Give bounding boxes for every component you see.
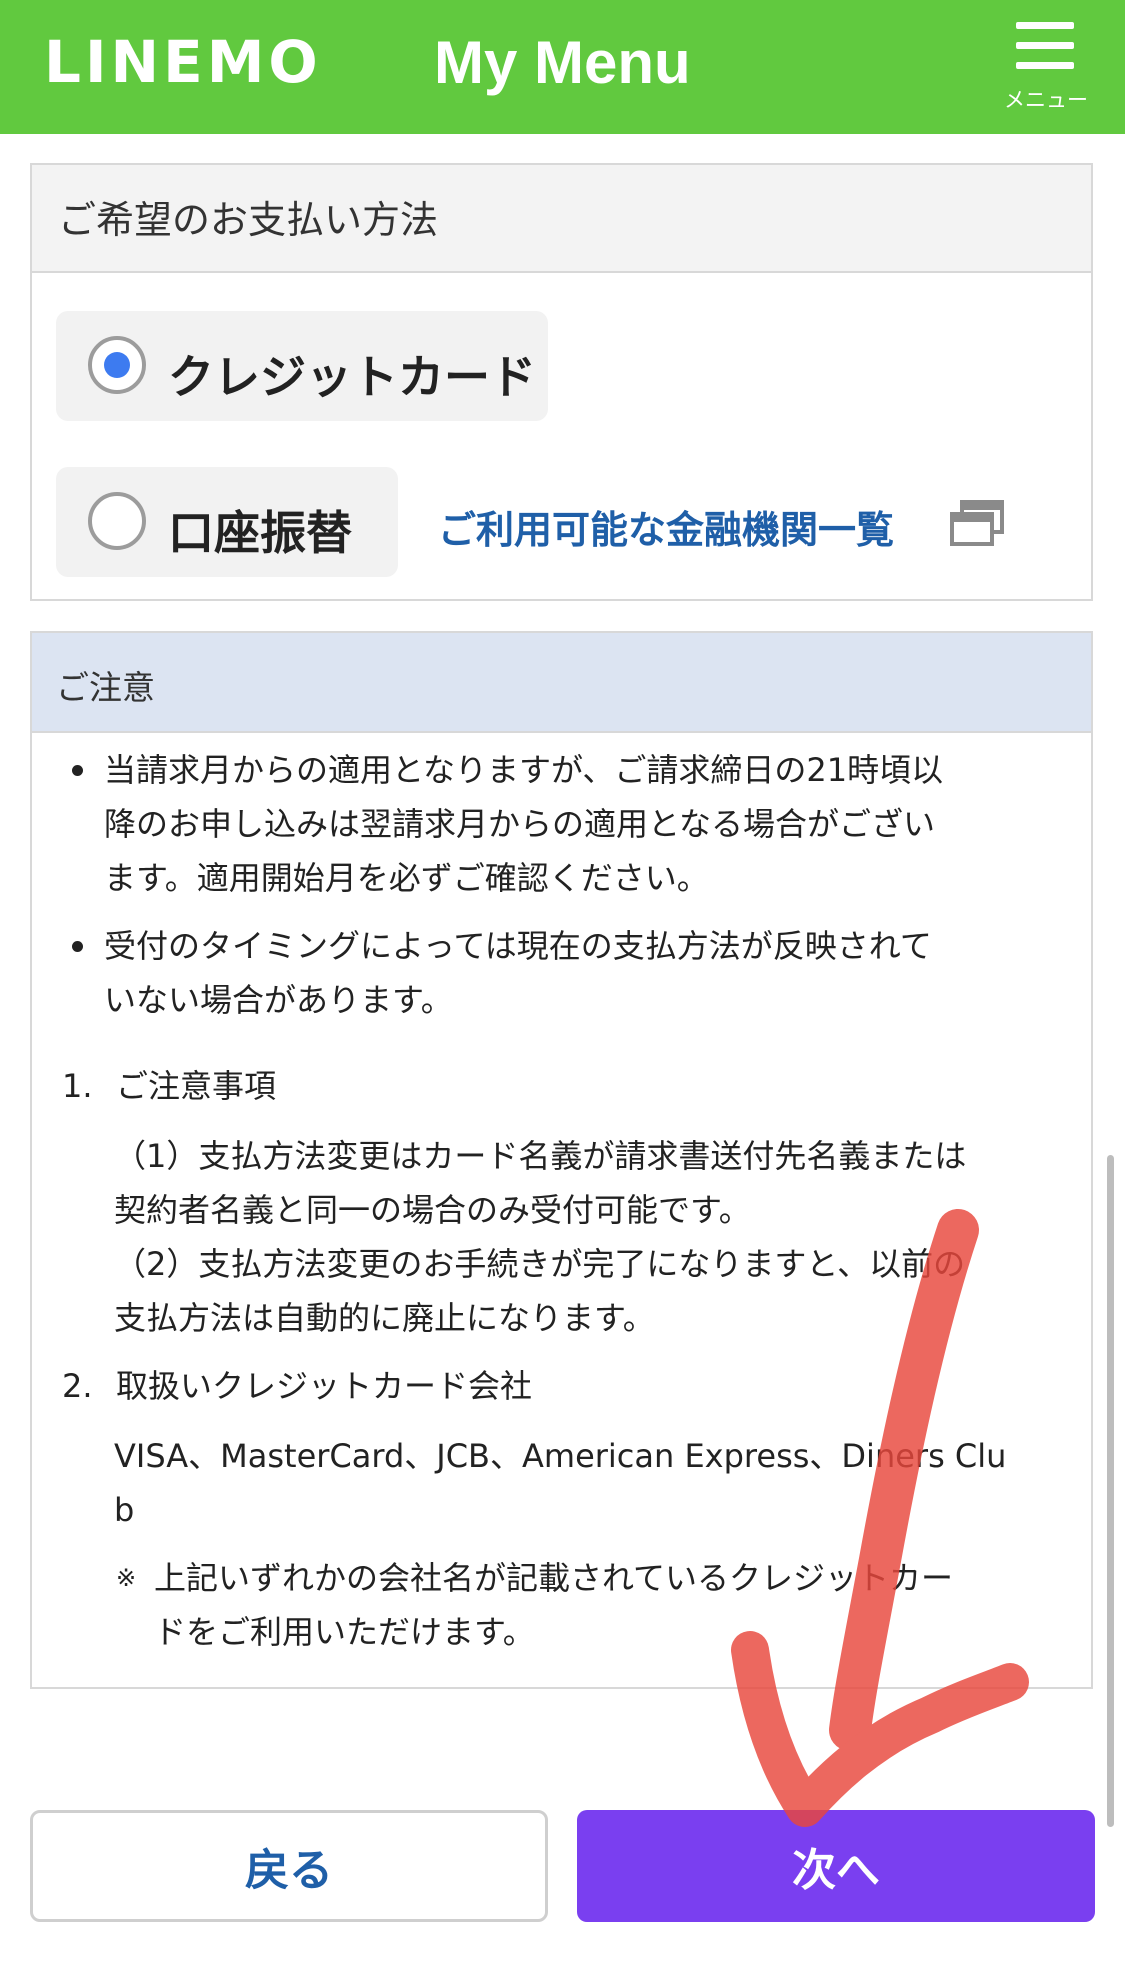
external-window-icon[interactable]: [950, 500, 1004, 546]
page-title: My Menu: [434, 29, 691, 96]
bullet-dot-icon: [72, 941, 83, 952]
asterisk-mark: ※: [116, 1564, 137, 1592]
radio-unselected-icon[interactable]: [88, 492, 146, 550]
notice-line: 支払方法は自動的に廃止になります。: [114, 1299, 655, 1337]
notice-line: 契約者名義と同一の場合のみ受付可能です。: [114, 1191, 751, 1229]
next-button[interactable]: 次へ: [577, 1810, 1095, 1922]
bank-transfer-option[interactable]: 口座振替: [56, 467, 398, 577]
card-brands-line: b: [114, 1491, 135, 1529]
menu-label: メニュー: [1004, 88, 1088, 112]
credit-card-label: クレジットカード: [168, 350, 536, 404]
bullet-dot-icon: [72, 765, 83, 776]
financial-institutions-link[interactable]: ご利用可能な金融機関一覧: [438, 499, 894, 554]
item-title: 取扱いクレジットカード会社: [116, 1367, 533, 1405]
bank-transfer-label: 口座振替: [168, 506, 352, 560]
card-note-line: 上記いずれかの会社名が記載されているクレジットカー: [154, 1559, 954, 1597]
hamburger-icon: [1016, 18, 1074, 72]
scrollbar[interactable]: [1107, 1155, 1114, 1827]
back-button[interactable]: 戻る: [30, 1810, 548, 1922]
page: LINEMO My Menu メニュー ご希望のお支払い方法 クレジットカード …: [0, 0, 1125, 1980]
item-number: 2.: [62, 1367, 93, 1405]
item-number: 1.: [62, 1067, 93, 1105]
credit-card-option[interactable]: クレジットカード: [56, 311, 548, 421]
card-note-line: ドをご利用いただけます。: [154, 1613, 535, 1651]
menu-button[interactable]: メニュー: [994, 12, 1098, 122]
payment-method-heading: ご希望のお支払い方法: [32, 165, 1091, 273]
app-header: LINEMO My Menu メニュー: [0, 0, 1125, 134]
notice-heading: ご注意: [32, 633, 1091, 733]
item-title: ご注意事項: [116, 1067, 277, 1105]
notice-line: （2）支払方法変更のお手続きが完了になりますと、以前の: [114, 1245, 966, 1283]
notice-line: （1）支払方法変更はカード名義が請求書送付先名義または: [114, 1137, 967, 1175]
radio-selected-icon[interactable]: [88, 336, 146, 394]
card-brands-line: VISA、MasterCard、JCB、American Express、Din…: [114, 1437, 1007, 1475]
payment-method-panel: ご希望のお支払い方法 クレジットカード 口座振替 ご利用可能な金融機関一覧: [30, 163, 1093, 601]
linemo-logo[interactable]: LINEMO: [44, 28, 322, 96]
notice-panel: ご注意 当請求月からの適用となりますが、ご請求締日の21時頃以 降のお申し込みは…: [30, 631, 1093, 1689]
